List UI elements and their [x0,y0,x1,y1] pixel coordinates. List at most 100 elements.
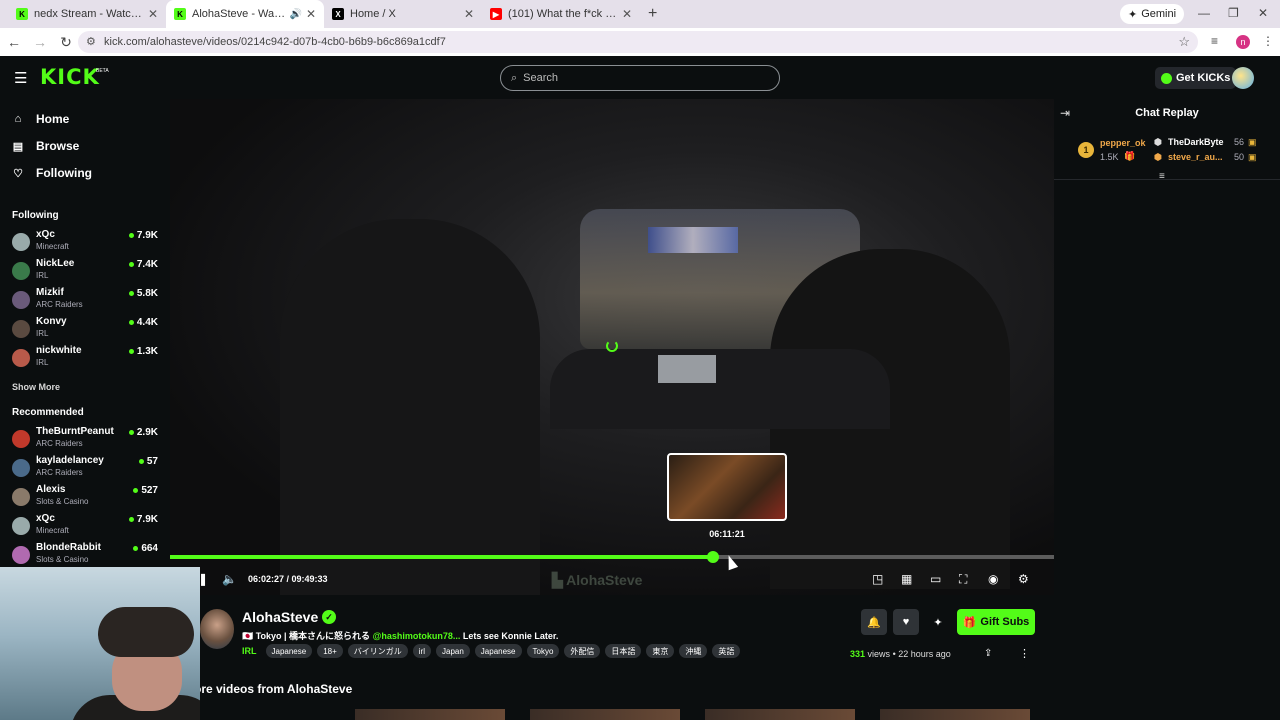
channel-item[interactable]: Mizkif ARC Raiders 5.8K [12,287,162,315]
viewer-count: 57 [138,456,158,467]
channel-avatar[interactable] [200,609,234,649]
miniplayer-icon[interactable]: ◳ [872,572,883,586]
video-player[interactable]: 06:11:21 ❚ 🔈 06:02:27 / 09:49:33 ▙ Aloha… [170,99,1054,595]
address-bar[interactable]: ⚙ kick.com/alohasteve/videos/0214c942-d0… [78,31,1198,53]
channel-item[interactable]: kayladelancey ARC Raiders 57 [12,455,162,483]
fullscreen-icon[interactable]: ⛶ [959,572,967,587]
browser-tab[interactable]: K nedx Stream - Watch Live on Ki ✕ [8,0,166,28]
gemini-label: Gemini [1141,8,1177,20]
live-dot-icon [128,349,134,354]
nav-label: Browse [36,139,80,153]
close-icon[interactable]: ✕ [148,7,158,21]
expand-leaderboard-icon[interactable]: ≡ [1159,171,1165,182]
back-icon[interactable]: ← [2,34,26,50]
channel-item[interactable]: BlondeRabbit Slots & Casino 664 [12,542,162,570]
speaker-icon[interactable]: 🔊 [289,9,301,20]
viewer-count-text: 7.9K [136,230,158,241]
x-icon: X [332,8,344,20]
kick-logo[interactable]: KICK [40,65,100,89]
volume-icon[interactable]: 🔈 [222,572,237,586]
sidebar-item-following[interactable]: ♡ Following [12,163,92,183]
progress-bar[interactable] [170,551,1054,563]
more-options-icon[interactable]: ⋮ [1019,647,1030,660]
video-info: AlohaSteve ✓ 🇯🇵 Tokyo | 橋本さんに怒られる @hashi… [170,595,1054,720]
channel-category: Slots & Casino [36,555,89,564]
tag[interactable]: Tokyo [526,644,560,658]
gifter-name[interactable]: TheDarkByte [1168,137,1224,147]
new-tab-icon[interactable]: + [648,5,657,23]
channel-item[interactable]: xQc Minecraft 7.9K [12,513,162,541]
tag[interactable]: Japanese [474,644,522,658]
tag[interactable]: Japan [436,644,470,658]
channel-item[interactable]: nickwhite IRL 1.3K [12,345,162,373]
avatar [12,459,30,477]
gemini-button[interactable]: ✦ Gemini [1120,4,1185,24]
site-info-icon[interactable]: ⚙ [86,35,96,48]
viewer-count: 7.9K [128,514,158,525]
avatar [12,262,30,280]
close-icon[interactable]: ✕ [464,7,474,21]
search-input[interactable]: ⌕ Search [500,65,780,91]
tag[interactable]: バイリンガル [347,644,408,658]
playback-speed-icon[interactable]: ◉ [988,572,998,586]
tag[interactable]: 沖縄 [679,644,708,658]
settings-gear-icon[interactable]: ⚙ [1018,572,1029,586]
channel-item[interactable]: xQc Minecraft 7.9K [12,229,162,257]
forward-icon[interactable]: → [28,34,52,50]
gifter-name[interactable]: pepper_ok [1100,138,1146,148]
gifter-name[interactable]: steve_r_au... [1168,152,1223,162]
tag[interactable]: 東京 [646,644,675,658]
avatar [12,291,30,309]
title-mention[interactable]: @hashimotokun78... [373,631,461,641]
title-text: 🇯🇵 Tokyo | 橋本さんに怒られる [242,631,373,641]
browser-tab[interactable]: ▶ (101) What the f*ck is going on ✕ [482,0,640,28]
tag[interactable]: 18+ [317,644,343,658]
notification-bell-button[interactable]: 🔔 [861,609,887,635]
tag[interactable]: 英語 [712,644,741,658]
menu-dots-icon[interactable]: ⋮ [1262,34,1274,48]
avatar [12,517,30,535]
reload-icon[interactable]: ↻ [54,34,78,51]
channel-item[interactable]: NickLee IRL 7.4K [12,258,162,286]
channel-item[interactable]: Alexis Slots & Casino 527 [12,484,162,512]
channel-name[interactable]: AlohaSteve [242,609,318,625]
get-kicks-button[interactable]: Get KICKs [1155,67,1237,89]
browser-tab[interactable]: X Home / X ✕ [324,0,482,28]
channel-watermark: ▙ AlohaSteve [552,572,643,588]
tag[interactable]: irl [412,644,431,658]
close-icon[interactable]: ✕ [622,7,632,21]
clip-icon[interactable]: ▦ [901,572,912,586]
sidebar-item-browse[interactable]: ▤ Browse [12,136,80,156]
video-thumbnail[interactable] [530,709,680,720]
bookmark-star-icon[interactable]: ☆ [1178,34,1190,50]
chat-panel: ⇥ Chat Replay 1 pepper_ok 1.5K 🎁 ⬢ TheDa… [1054,99,1280,720]
browser-tab-active[interactable]: K AlohaSteve - Watch the VO 🔊 ✕ [166,0,324,28]
category-link[interactable]: IRL [242,646,257,656]
channel-name: Konvy [36,316,67,327]
channel-item[interactable]: TheBurntPeanut ARC Raiders 2.9K [12,426,162,454]
profile-avatar[interactable]: n [1236,35,1250,49]
channel-item[interactable]: Konvy IRL 4.4K [12,316,162,344]
tag[interactable]: 日本語 [605,644,642,658]
show-more-link[interactable]: Show More [12,382,60,392]
tag[interactable]: Japanese [265,644,313,658]
gift-subs-button[interactable]: 🎁 Gift Subs [957,609,1035,635]
user-avatar[interactable] [1232,67,1254,89]
progress-knob[interactable] [706,551,719,563]
minimize-icon[interactable]: — [1198,6,1210,20]
video-thumbnail[interactable] [705,709,855,720]
sparkle-button[interactable]: ✦ [925,609,951,635]
theater-mode-icon[interactable]: ▭ [930,572,941,586]
channel-category: Slots & Casino [36,497,89,506]
sidebar-item-home[interactable]: ⌂ Home [12,109,70,129]
tag[interactable]: 外配信 [564,644,601,658]
share-icon[interactable]: ⇪ [984,648,992,659]
media-control-icon[interactable]: ≡ [1211,34,1218,48]
close-window-icon[interactable]: ✕ [1258,6,1268,20]
close-icon[interactable]: ✕ [306,7,316,21]
video-thumbnail[interactable] [880,709,1030,720]
hamburger-menu-icon[interactable]: ☰ [14,69,27,87]
follow-button[interactable]: ♥ [893,609,919,635]
video-thumbnail[interactable] [355,709,505,720]
restore-icon[interactable]: ❐ [1228,6,1239,20]
